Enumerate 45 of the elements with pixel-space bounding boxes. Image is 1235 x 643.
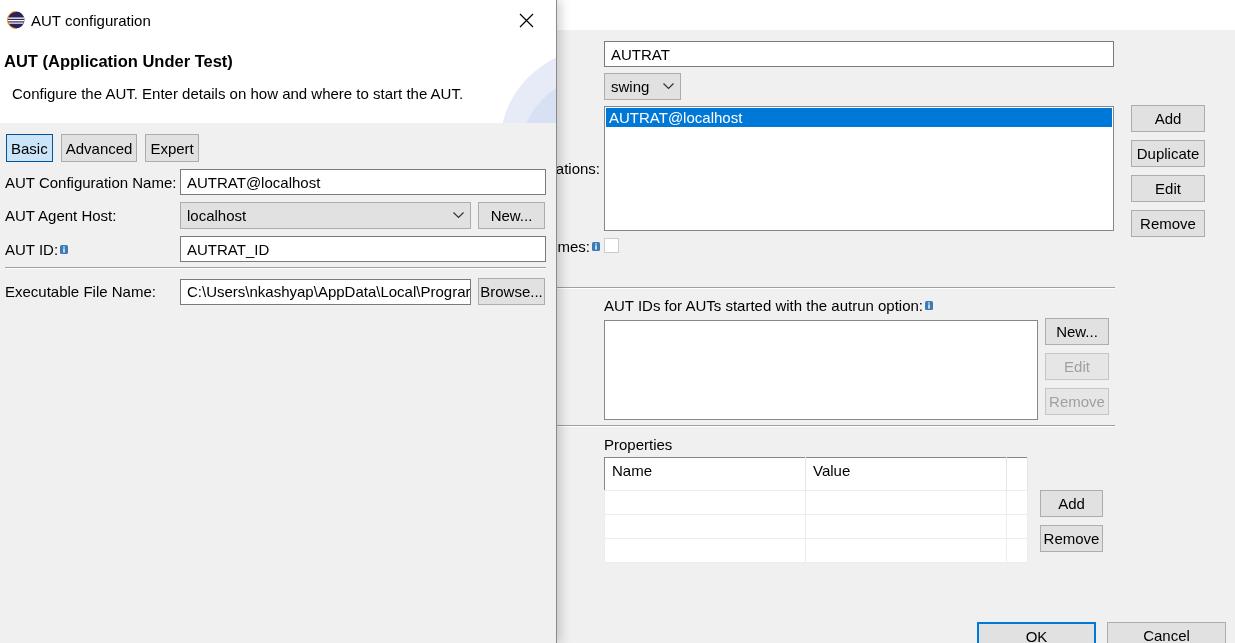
chevron-down-icon [663,83,674,90]
section-label: AUT IDs for AUTs started with the autrun option: [604,297,924,314]
button[interactable]: Edit [1131,175,1205,202]
button[interactable]: Add [1131,105,1205,132]
text-field[interactable]: AUTRAT@localhost [180,169,546,195]
app-logo-icon [7,11,25,29]
button[interactable]: Add [1040,490,1103,517]
button[interactable]: Remove [1040,525,1103,552]
field-label: AUT ID: [5,240,59,258]
field-label: Executable File Name: [5,283,156,300]
info-icon [925,301,934,310]
close-icon[interactable] [519,12,534,28]
tab[interactable]: Advanced [60,134,138,162]
button[interactable]: OK [977,622,1096,643]
checkbox[interactable] [604,238,619,253]
column-header[interactable]: Name [604,457,806,491]
button[interactable]: New... [1045,318,1109,345]
page-description: Configure the AUT. Enter details on how and where to start the AUT. [12,85,465,102]
file-path-field[interactable]: C:\Users\nkashyap\AppData\Local\Prograr [180,278,471,305]
section-label: Properties [604,436,674,453]
browse-button[interactable]: Browse... [478,278,545,305]
new-button[interactable]: New... [478,202,545,229]
button[interactable]: Remove [1131,210,1205,237]
field-label: AUT Configuration Name: [5,173,177,191]
page-heading: AUT (Application Under Test) [4,52,234,71]
column-header[interactable]: Value [805,457,1007,491]
text-field[interactable]: AUTRAT_ID [180,236,546,262]
aut-id-list[interactable] [604,320,1038,420]
window-title: AUT configuration [31,11,152,29]
tab[interactable]: Expert [145,134,199,162]
info-icon [592,242,600,251]
host-dropdown[interactable]: localhost [180,202,471,229]
name-field[interactable]: AUTRAT [604,41,1114,67]
field-label: AUT Agent Host: [5,207,117,224]
field-label: ations: [555,160,600,177]
toolkit-dropdown[interactable]: swing [604,73,681,100]
tab[interactable]: Basic [6,134,53,162]
chevron-down-icon [453,212,464,219]
list-item[interactable]: AUTRAT@localhost [606,108,1112,127]
configuration-list[interactable]: AUTRAT@localhost [604,106,1114,231]
properties-table[interactable]: Name Value [604,457,1028,563]
field-label: mes: [557,238,590,255]
button[interactable]: Duplicate [1131,140,1205,167]
button[interactable]: Cancel [1107,622,1226,643]
info-icon [60,244,69,254]
